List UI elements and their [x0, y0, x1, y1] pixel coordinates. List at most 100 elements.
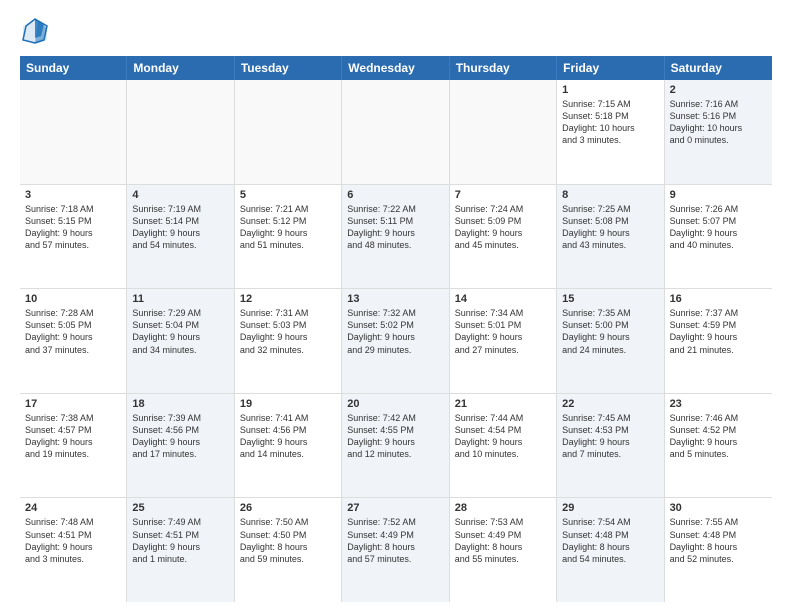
header-day-sunday: Sunday — [20, 56, 127, 80]
calendar-cell-day-26: 26 Sunrise: 7:50 AM Sunset: 4:50 PM Dayli… — [235, 498, 342, 602]
day-info: Sunrise: 7:28 AM Sunset: 5:05 PM Dayligh… — [25, 307, 121, 356]
calendar-cell-day-4: 4 Sunrise: 7:19 AM Sunset: 5:14 PM Daylig… — [127, 185, 234, 289]
calendar-cell-day-22: 22 Sunrise: 7:45 AM Sunset: 4:53 PM Dayli… — [557, 394, 664, 498]
calendar-cell-day-25: 25 Sunrise: 7:49 AM Sunset: 4:51 PM Dayli… — [127, 498, 234, 602]
day-number: 27 — [347, 502, 443, 514]
calendar-cell-day-3: 3Sunrise: 7:18 AM Sunset: 5:15 PM Daylig… — [20, 185, 127, 289]
calendar-cell-day-18: 18 Sunrise: 7:39 AM Sunset: 4:56 PM Dayli… — [127, 394, 234, 498]
header-day-thursday: Thursday — [450, 56, 557, 80]
day-number: 30 — [670, 502, 767, 514]
calendar-cell-day-12: 12 Sunrise: 7:31 AM Sunset: 5:03 PM Dayli… — [235, 289, 342, 393]
calendar-row-4: 24Sunrise: 7:48 AM Sunset: 4:51 PM Dayli… — [20, 498, 772, 602]
day-info: Sunrise: 7:16 AM Sunset: 5:16 PM Dayligh… — [670, 98, 767, 147]
calendar-cell-day-14: 14 Sunrise: 7:34 AM Sunset: 5:01 PM Dayli… — [450, 289, 557, 393]
calendar-row-3: 17 Sunrise: 7:38 AM Sunset: 4:57 PM Dayli… — [20, 394, 772, 499]
day-info: Sunrise: 7:26 AM Sunset: 5:07 PM Dayligh… — [670, 203, 767, 252]
day-number: 21 — [455, 398, 551, 410]
calendar-row-2: 10 Sunrise: 7:28 AM Sunset: 5:05 PM Dayli… — [20, 289, 772, 394]
calendar-cell-day-1: 1Sunrise: 7:15 AM Sunset: 5:18 PM Daylig… — [557, 80, 664, 184]
day-number: 12 — [240, 293, 336, 305]
day-number: 22 — [562, 398, 658, 410]
day-info: Sunrise: 7:34 AM Sunset: 5:01 PM Dayligh… — [455, 307, 551, 356]
day-info: Sunrise: 7:21 AM Sunset: 5:12 PM Dayligh… — [240, 203, 336, 252]
day-number: 1 — [562, 84, 658, 96]
logo — [20, 16, 54, 46]
day-info: Sunrise: 7:32 AM Sunset: 5:02 PM Dayligh… — [347, 307, 443, 356]
day-info: Sunrise: 7:41 AM Sunset: 4:56 PM Dayligh… — [240, 412, 336, 461]
calendar-cell-day-13: 13 Sunrise: 7:32 AM Sunset: 5:02 PM Dayli… — [342, 289, 449, 393]
calendar-header: SundayMondayTuesdayWednesdayThursdayFrid… — [20, 56, 772, 80]
day-info: Sunrise: 7:37 AM Sunset: 4:59 PM Dayligh… — [670, 307, 767, 356]
day-number: 13 — [347, 293, 443, 305]
day-number: 5 — [240, 189, 336, 201]
calendar-cell-day-20: 20 Sunrise: 7:42 AM Sunset: 4:55 PM Dayli… — [342, 394, 449, 498]
day-number: 29 — [562, 502, 658, 514]
day-number: 8 — [562, 189, 658, 201]
day-number: 25 — [132, 502, 228, 514]
header-day-friday: Friday — [557, 56, 664, 80]
day-info: Sunrise: 7:49 AM Sunset: 4:51 PM Dayligh… — [132, 516, 228, 565]
day-info: Sunrise: 7:22 AM Sunset: 5:11 PM Dayligh… — [347, 203, 443, 252]
day-info: Sunrise: 7:35 AM Sunset: 5:00 PM Dayligh… — [562, 307, 658, 356]
day-info: Sunrise: 7:44 AM Sunset: 4:54 PM Dayligh… — [455, 412, 551, 461]
calendar-cell-day-16: 16Sunrise: 7:37 AM Sunset: 4:59 PM Dayli… — [665, 289, 772, 393]
calendar-cell-day-23: 23Sunrise: 7:46 AM Sunset: 4:52 PM Dayli… — [665, 394, 772, 498]
page: SundayMondayTuesdayWednesdayThursdayFrid… — [0, 0, 792, 612]
day-number: 20 — [347, 398, 443, 410]
logo-icon — [20, 16, 50, 46]
calendar-cell-day-27: 27 Sunrise: 7:52 AM Sunset: 4:49 PM Dayli… — [342, 498, 449, 602]
day-number: 24 — [25, 502, 121, 514]
day-info: Sunrise: 7:45 AM Sunset: 4:53 PM Dayligh… — [562, 412, 658, 461]
calendar-cell-day-15: 15 Sunrise: 7:35 AM Sunset: 5:00 PM Dayli… — [557, 289, 664, 393]
day-number: 14 — [455, 293, 551, 305]
day-number: 28 — [455, 502, 551, 514]
calendar-cell-day-11: 11 Sunrise: 7:29 AM Sunset: 5:04 PM Dayli… — [127, 289, 234, 393]
day-info: Sunrise: 7:38 AM Sunset: 4:57 PM Dayligh… — [25, 412, 121, 461]
calendar-cell-empty — [127, 80, 234, 184]
calendar-cell-day-28: 28 Sunrise: 7:53 AM Sunset: 4:49 PM Dayli… — [450, 498, 557, 602]
day-number: 9 — [670, 189, 767, 201]
day-number: 4 — [132, 189, 228, 201]
calendar: SundayMondayTuesdayWednesdayThursdayFrid… — [20, 56, 772, 602]
calendar-cell-empty — [20, 80, 127, 184]
calendar-cell-day-9: 9 Sunrise: 7:26 AM Sunset: 5:07 PM Daylig… — [665, 185, 772, 289]
calendar-cell-day-6: 6 Sunrise: 7:22 AM Sunset: 5:11 PM Daylig… — [342, 185, 449, 289]
day-info: Sunrise: 7:42 AM Sunset: 4:55 PM Dayligh… — [347, 412, 443, 461]
day-info: Sunrise: 7:24 AM Sunset: 5:09 PM Dayligh… — [455, 203, 551, 252]
calendar-cell-day-19: 19 Sunrise: 7:41 AM Sunset: 4:56 PM Dayli… — [235, 394, 342, 498]
day-number: 7 — [455, 189, 551, 201]
header — [20, 16, 772, 46]
day-number: 19 — [240, 398, 336, 410]
day-number: 18 — [132, 398, 228, 410]
calendar-cell-day-5: 5 Sunrise: 7:21 AM Sunset: 5:12 PM Daylig… — [235, 185, 342, 289]
day-number: 23 — [670, 398, 767, 410]
day-info: Sunrise: 7:53 AM Sunset: 4:49 PM Dayligh… — [455, 516, 551, 565]
day-info: Sunrise: 7:54 AM Sunset: 4:48 PM Dayligh… — [562, 516, 658, 565]
day-info: Sunrise: 7:29 AM Sunset: 5:04 PM Dayligh… — [132, 307, 228, 356]
day-number: 17 — [25, 398, 121, 410]
day-info: Sunrise: 7:19 AM Sunset: 5:14 PM Dayligh… — [132, 203, 228, 252]
calendar-cell-day-24: 24Sunrise: 7:48 AM Sunset: 4:51 PM Dayli… — [20, 498, 127, 602]
calendar-cell-empty — [342, 80, 449, 184]
day-number: 15 — [562, 293, 658, 305]
day-info: Sunrise: 7:31 AM Sunset: 5:03 PM Dayligh… — [240, 307, 336, 356]
calendar-body: 1Sunrise: 7:15 AM Sunset: 5:18 PM Daylig… — [20, 80, 772, 602]
day-info: Sunrise: 7:55 AM Sunset: 4:48 PM Dayligh… — [670, 516, 767, 565]
day-number: 11 — [132, 293, 228, 305]
day-number: 26 — [240, 502, 336, 514]
day-info: Sunrise: 7:52 AM Sunset: 4:49 PM Dayligh… — [347, 516, 443, 565]
day-info: Sunrise: 7:50 AM Sunset: 4:50 PM Dayligh… — [240, 516, 336, 565]
calendar-cell-day-7: 7 Sunrise: 7:24 AM Sunset: 5:09 PM Daylig… — [450, 185, 557, 289]
day-info: Sunrise: 7:25 AM Sunset: 5:08 PM Dayligh… — [562, 203, 658, 252]
day-info: Sunrise: 7:39 AM Sunset: 4:56 PM Dayligh… — [132, 412, 228, 461]
calendar-cell-day-8: 8 Sunrise: 7:25 AM Sunset: 5:08 PM Daylig… — [557, 185, 664, 289]
calendar-cell-day-17: 17 Sunrise: 7:38 AM Sunset: 4:57 PM Dayli… — [20, 394, 127, 498]
day-number: 6 — [347, 189, 443, 201]
header-day-monday: Monday — [127, 56, 234, 80]
day-number: 10 — [25, 293, 121, 305]
day-info: Sunrise: 7:18 AM Sunset: 5:15 PM Dayligh… — [25, 203, 121, 252]
calendar-cell-day-21: 21 Sunrise: 7:44 AM Sunset: 4:54 PM Dayli… — [450, 394, 557, 498]
day-number: 2 — [670, 84, 767, 96]
header-day-saturday: Saturday — [665, 56, 772, 80]
calendar-cell-empty — [450, 80, 557, 184]
